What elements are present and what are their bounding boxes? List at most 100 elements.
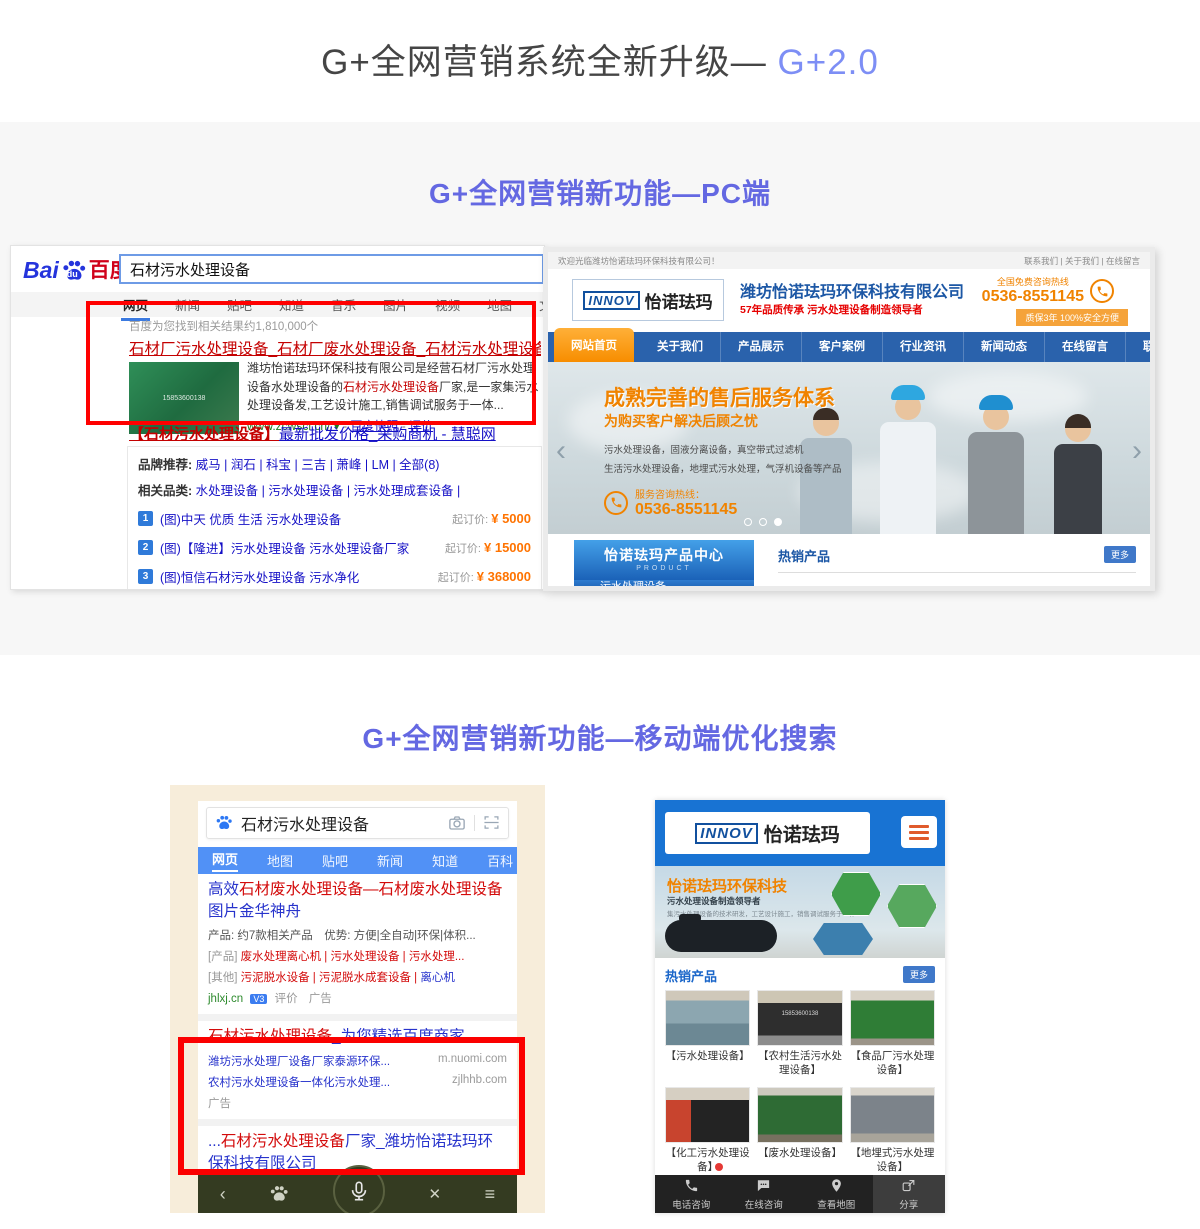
mobile-tab-zhidao[interactable]: 知道: [432, 851, 458, 870]
result-stats: 百度为您找到相关结果约1,810,000个: [129, 318, 318, 334]
nav-products[interactable]: 产品展示: [721, 332, 802, 362]
price-value: ¥ 5000: [491, 511, 531, 526]
mobile-tab-baike[interactable]: 百科: [487, 851, 513, 870]
banner-line2: 生活污水处理设备，地埋式污水处理，气浮机设备等产品: [604, 461, 842, 475]
mobile-search-bar[interactable]: 石材污水处理设备: [206, 807, 509, 839]
row-link-blue: 离心机: [420, 972, 455, 984]
product-list-item[interactable]: 1 (图)中天 优质 生活 污水处理设备 起订价: ¥ 5000: [138, 509, 531, 528]
nav-cases[interactable]: 客户案例: [802, 332, 883, 362]
baidu-search-input[interactable]: 石材污水处理设备: [119, 254, 544, 284]
more-button[interactable]: 更多: [903, 966, 935, 983]
banner-title: 成熟完善的售后服务体系: [604, 382, 835, 412]
result1-url[interactable]: jhlxj.cn: [208, 993, 243, 1005]
result2-sub-link[interactable]: 农村污水处理设备一体化污水处理... zjlhhb.com: [208, 1074, 507, 1090]
mobile-result1-title[interactable]: 高效石材废水处理设备—石材废水处理设备图片金华神舟: [208, 879, 507, 923]
mobile-tab-news[interactable]: 新闻: [377, 851, 403, 870]
mobile-search-input[interactable]: 石材污水处理设备: [241, 811, 448, 835]
product-card[interactable]: 【化工污水处理设备】: [665, 1087, 750, 1174]
page: G+全网营销系统全新升级— G+2.0 G+全网营销新功能—PC端 Bai du…: [0, 0, 1200, 1229]
baidu-tab-music[interactable]: 音乐: [331, 295, 356, 314]
sidebar-item-sewage[interactable]: 污水处理设备: [574, 580, 754, 590]
hotline-number: 0536-8551145: [982, 288, 1084, 306]
baidu-tab-video[interactable]: 视频: [435, 295, 460, 314]
close-icon[interactable]: ✕: [429, 1185, 442, 1203]
product-list-item[interactable]: 3 (图)恒信石材污水处理设备 污水净化 起订价: ¥ 368000: [138, 567, 531, 586]
carousel-dots[interactable]: [744, 518, 782, 526]
baidu-tab-news[interactable]: 新闻: [175, 295, 200, 314]
nav-industry[interactable]: 行业资讯: [883, 332, 964, 362]
result2-sub-link[interactable]: 潍坊污水处理厂设备厂家泰源环保... m.nuomi.com: [208, 1053, 507, 1069]
mobile-tab-web[interactable]: 网页: [212, 849, 238, 872]
hexagon-photo: [887, 884, 937, 928]
price-label: 起订价:: [445, 540, 481, 556]
title-part: 图片金华神舟: [208, 903, 301, 920]
item-link[interactable]: (图)恒信石材污水处理设备 污水净化: [160, 567, 359, 586]
product-image: [850, 990, 935, 1046]
result1-other-links[interactable]: [其他] 污泥脱水设备 | 污泥脱水成套设备 | 离心机: [208, 969, 507, 985]
mobile-result2-title[interactable]: 石材污水处理设备_为您精选百度商家: [208, 1026, 507, 1048]
back-icon[interactable]: ‹: [220, 1184, 226, 1205]
baidu-tab-zhidao[interactable]: 知道: [279, 295, 304, 314]
result1-product-links[interactable]: [产品] 废水处理离心机 | 污水处理设备 | 污水处理...: [208, 948, 507, 964]
mic-button[interactable]: [333, 1175, 385, 1213]
mobile-results: 高效石材废水处理设备—石材废水处理设备图片金华神舟 产品: 约7款相关产品 优势…: [198, 874, 517, 1175]
baidu-search-screenshot: Bai du 百度 石材污水处理设备 网页 新闻 贴吧 知道 音乐 图片 视频 …: [10, 245, 545, 590]
tab-label: 查看地图: [817, 1197, 855, 1211]
baidu-paw-icon[interactable]: [269, 1184, 289, 1204]
hamburger-icon[interactable]: [901, 816, 937, 848]
hot-products-title: 热销产品: [665, 969, 717, 984]
mobile-section-heading: G+全网营销新功能—移动端优化搜索: [0, 717, 1200, 757]
result2-title-link[interactable]: 【石材污水处理设备】最新批发价格_采购商机 - 慧聪网: [129, 423, 496, 444]
nav-news[interactable]: 新闻动态: [964, 332, 1045, 362]
item-number-badge: 3: [138, 569, 153, 584]
product-list-item[interactable]: 2 (图)【隆进】污水处理设备 污水处理设备厂家 起订价: ¥ 15000: [138, 538, 531, 557]
product-card[interactable]: 15853600138 【农村生活污水处理设备】: [757, 990, 842, 1077]
mobile-tab-bar: 网页 地图 贴吧 新闻 知道 百科: [198, 847, 517, 874]
result2-highlight: 【石材污水处理设备】: [129, 426, 279, 443]
row-label: [产品]: [208, 951, 237, 963]
tab-online-consult[interactable]: 在线咨询: [728, 1175, 801, 1213]
baidu-tab-tieba[interactable]: 贴吧: [227, 295, 252, 314]
banner-hotline: 服务咨询热线： 0536-8551145: [604, 486, 737, 519]
more-button[interactable]: 更多: [1104, 546, 1136, 563]
category-links[interactable]: 水处理设备 | 污水处理设备 | 污水处理成套设备 |: [196, 484, 461, 498]
product-image: [850, 1087, 935, 1143]
product-card[interactable]: 【地埋式污水处理设备】: [850, 1087, 935, 1174]
title-highlight: 石材污水处理设备: [221, 1133, 345, 1150]
item-link[interactable]: (图)【隆进】污水处理设备 污水处理设备厂家: [160, 538, 409, 557]
tab-share[interactable]: 分享: [873, 1175, 946, 1213]
mobile-tab-tieba[interactable]: 贴吧: [322, 851, 348, 870]
camera-icon[interactable]: [448, 814, 466, 832]
nav-contact[interactable]: 联系我们: [1126, 332, 1155, 362]
mobile-tab-map[interactable]: 地图: [267, 851, 293, 870]
rating-link[interactable]: 评价: [275, 993, 298, 1005]
sub-link-text: 农村污水处理设备一体化污水处理...: [208, 1074, 446, 1090]
baidu-tab-map[interactable]: 地图: [487, 295, 512, 314]
nav-home[interactable]: 网站首页: [554, 328, 634, 362]
result1-title-link[interactable]: 石材厂污水处理设备_石材厂废水处理设备_石材污水处理设备厂家: [129, 337, 541, 359]
product-card[interactable]: 【废水处理设备】: [757, 1087, 842, 1174]
nav-message[interactable]: 在线留言: [1045, 332, 1126, 362]
tab-label: 在线咨询: [745, 1197, 783, 1211]
item-link[interactable]: (图)中天 优质 生活 污水处理设备: [160, 509, 341, 528]
chevron-left-icon[interactable]: ‹: [556, 434, 566, 468]
title-part: _为您精选百度商家: [332, 1028, 465, 1045]
product-card[interactable]: 【污水处理设备】: [665, 990, 750, 1077]
brand-links[interactable]: 威马 | 润石 | 科宝 | 三吉 | 萧峰 | LM | 全部(8): [196, 458, 440, 472]
logo-cn-text: 怡诺珐玛: [764, 820, 840, 847]
logo-cn-text: 怡诺珐玛: [645, 288, 713, 313]
baidu-tab-image[interactable]: 图片: [383, 295, 408, 314]
topbar-links[interactable]: 联系我们 | 关于我们 | 在线留言: [1024, 255, 1140, 267]
tab-view-map[interactable]: 查看地图: [800, 1175, 873, 1213]
category-label: 相关品类:: [138, 484, 192, 498]
brand-panel: 品牌推荐: 威马 | 润石 | 科宝 | 三吉 | 萧峰 | LM | 全部(8…: [127, 446, 542, 590]
baidu-logo: Bai du 百度: [23, 254, 131, 284]
baidu-tab-web[interactable]: 网页: [123, 295, 148, 314]
chevron-right-icon[interactable]: ›: [1132, 434, 1142, 468]
product-card[interactable]: 【食品厂污水处理设备】: [850, 990, 935, 1077]
scan-icon[interactable]: [483, 814, 500, 832]
tab-phone-consult[interactable]: 电话咨询: [655, 1175, 728, 1213]
menu-icon[interactable]: ≡: [485, 1184, 496, 1205]
nav-about[interactable]: 关于我们: [640, 332, 721, 362]
hot-products-row: 热销产品 更多: [778, 546, 1136, 566]
